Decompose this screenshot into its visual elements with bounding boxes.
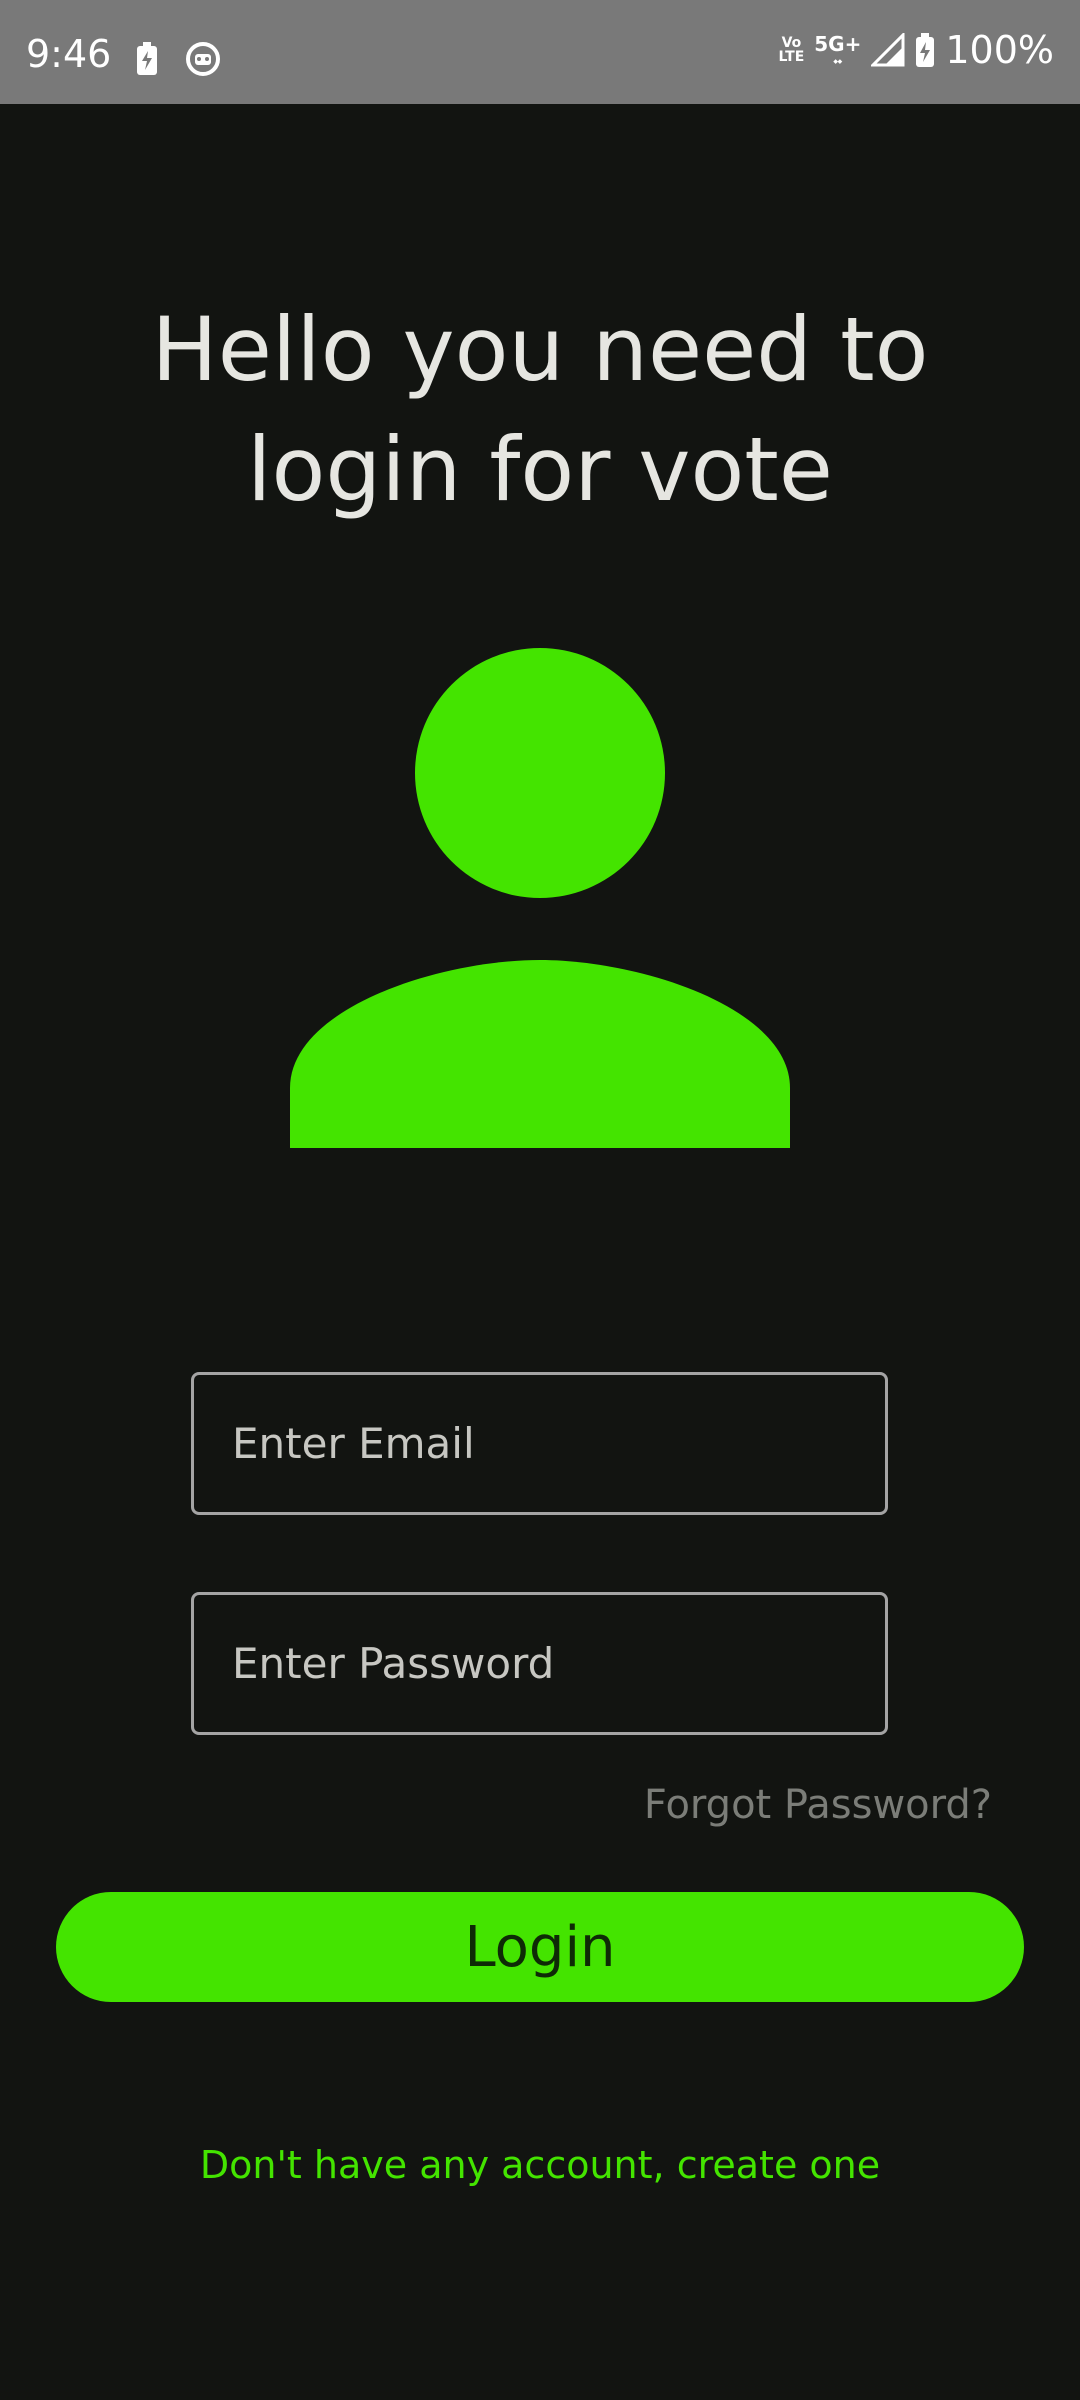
battery-percent: 100% (945, 28, 1054, 72)
volte-icon: Vo LTE (779, 36, 805, 64)
user-icon (290, 648, 790, 1148)
login-button[interactable]: Login (56, 1892, 1024, 2002)
forgot-password-link[interactable]: Forgot Password? (644, 1780, 992, 1830)
status-left-icons (136, 42, 220, 76)
status-time: 9:46 (26, 32, 112, 76)
5g-icon: 5G+ ⬩⬩ (814, 33, 861, 67)
volte-bottom-label: LTE (778, 49, 805, 65)
robot-icon (186, 42, 220, 76)
battery-icon (916, 33, 935, 67)
status-bar: 9:46 Vo LTE 5G+ ⬩⬩ 100% (0, 0, 1080, 104)
signal-icon (871, 33, 905, 67)
password-input[interactable] (191, 1592, 888, 1735)
5g-label: 5G+ (814, 32, 862, 56)
data-arrows-icon: ⬩⬩ (833, 54, 843, 68)
status-right-icons: Vo LTE 5G+ ⬩⬩ 100% (779, 30, 1054, 70)
email-input[interactable] (191, 1372, 888, 1515)
page-title: Hello you need to login for vote (151, 298, 929, 521)
volte-top-label: Vo (781, 35, 802, 51)
charging-bolt-icon (137, 42, 157, 75)
create-account-link[interactable]: Don't have any account, create one (0, 2140, 1080, 2190)
